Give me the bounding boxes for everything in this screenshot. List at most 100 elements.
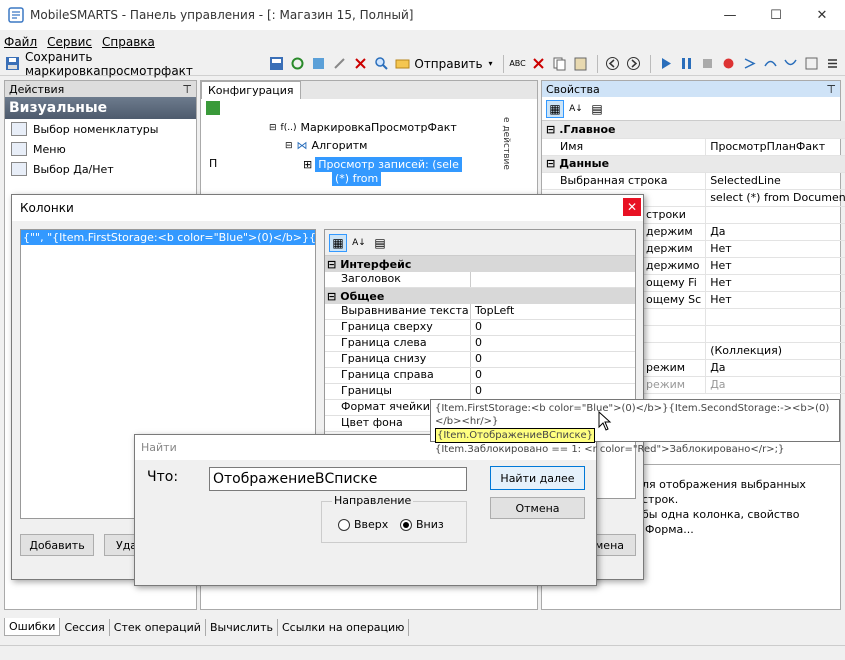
- property-pages-icon[interactable]: ▤: [371, 234, 389, 252]
- cell-format-tooltip: {Item.FirstStorage:<b color="Blue">(0)</…: [430, 399, 840, 455]
- find-input[interactable]: ОтображениеВСписке: [209, 467, 467, 491]
- tooltip-line: {Item.FirstStorage:<b color="Blue">(0)</…: [435, 403, 830, 427]
- property-row[interactable]: Заголовок: [325, 272, 635, 288]
- close-icon[interactable]: ✕: [623, 198, 641, 216]
- list-icon[interactable]: [824, 55, 842, 73]
- record-icon[interactable]: [719, 55, 737, 73]
- mouse-cursor-icon: [598, 410, 612, 431]
- maximize-button[interactable]: ☐: [753, 0, 799, 30]
- paste-icon[interactable]: [571, 55, 589, 73]
- dropdown-arrow-icon[interactable]: ▾: [487, 55, 495, 73]
- tab-errors[interactable]: Ошибки: [4, 618, 61, 636]
- menu-file[interactable]: Файл: [4, 35, 37, 49]
- spellcheck-icon[interactable]: ABC: [509, 55, 527, 73]
- pin-icon[interactable]: ⊤: [826, 83, 836, 96]
- tab-configuration[interactable]: Конфигурация: [201, 81, 301, 99]
- step-over-icon[interactable]: [761, 55, 779, 73]
- sort-az-icon[interactable]: A↓: [567, 100, 585, 118]
- actions-panel-header: Действия ⊤: [5, 81, 196, 97]
- cancel-icon[interactable]: [530, 55, 548, 73]
- title-bar: MobileSMARTS - Панель управления - [: Ма…: [0, 0, 845, 30]
- back-icon[interactable]: [603, 55, 621, 73]
- config-tab-strip: Конфигурация: [201, 81, 537, 99]
- category-general[interactable]: ⊟ Общее: [325, 288, 635, 304]
- find-cancel-button[interactable]: Отмена: [490, 497, 585, 519]
- play-icon[interactable]: [656, 55, 674, 73]
- category-data[interactable]: ⊟ Данные: [542, 155, 845, 173]
- tree-node-marking[interactable]: ⊟ f(..) МаркировкаПросмотрФакт: [269, 121, 457, 134]
- tooltip-line: {Item.Заблокировано == 1: <r color="Red"…: [435, 444, 785, 455]
- send-button-label[interactable]: Отправить: [414, 57, 482, 71]
- property-row[interactable]: Граница справа 0: [325, 368, 635, 384]
- add-item-icon[interactable]: [310, 55, 328, 73]
- action-item[interactable]: Меню: [5, 139, 196, 159]
- step-out-icon[interactable]: [782, 55, 800, 73]
- property-row[interactable]: Граница слева 0: [325, 336, 635, 352]
- close-button[interactable]: ✕: [799, 0, 845, 30]
- toolbar: Сохранить маркировкапросмотрфакт Отправи…: [0, 50, 845, 78]
- property-row[interactable]: Выравнивание текста TopLeft: [325, 304, 635, 320]
- stop-icon[interactable]: [698, 55, 716, 73]
- sort-az-icon[interactable]: A↓: [350, 234, 368, 252]
- columns-dialog-title: Колонки: [20, 201, 74, 215]
- toolbar-separator: [597, 54, 599, 73]
- direction-label: Направление: [332, 494, 414, 507]
- radio-up[interactable]: Вверх: [338, 518, 388, 531]
- window-title: MobileSMARTS - Панель управления - [: Ма…: [30, 8, 414, 22]
- pin-icon[interactable]: [331, 55, 349, 73]
- forward-icon[interactable]: [624, 55, 642, 73]
- find-next-button[interactable]: Найти далее: [490, 466, 585, 490]
- tree-node-algorithm[interactable]: ⊟ ⋈ Алгоритм: [285, 139, 367, 152]
- add-button[interactable]: Добавить: [20, 534, 94, 556]
- tab-call-stack[interactable]: Стек операций: [110, 618, 206, 636]
- item-select-icon: [11, 122, 27, 136]
- action-item[interactable]: Выбор Да/Нет: [5, 159, 196, 179]
- find-what-label: Что:: [147, 469, 179, 485]
- save-button-label[interactable]: Сохранить маркировкапросмотрфакт: [25, 50, 264, 78]
- send-icon[interactable]: [393, 55, 411, 73]
- vertical-label: е действие: [501, 117, 511, 170]
- pin-icon[interactable]: ⊤: [182, 83, 192, 96]
- tooltip-line-highlighted: {Item.ОтображениеВСписке}: [435, 428, 596, 443]
- radio-circle: [338, 518, 350, 531]
- category-main[interactable]: ⊟ .Главное: [542, 121, 845, 139]
- category-interface[interactable]: ⊟ Интерфейс: [325, 256, 635, 272]
- search-icon[interactable]: [372, 55, 390, 73]
- categorized-icon[interactable]: ▦: [329, 233, 347, 252]
- actions-panel-title: Действия: [9, 82, 65, 96]
- radio-down[interactable]: Вниз: [400, 518, 444, 531]
- property-row[interactable]: Граница сверху 0: [325, 320, 635, 336]
- property-row[interactable]: Границы 0: [325, 384, 635, 400]
- menu-help[interactable]: Справка: [102, 35, 155, 49]
- find-dialog: Найти Что: ОтображениеВСписке Направлени…: [134, 434, 597, 586]
- run-icon[interactable]: [206, 101, 220, 115]
- save-all-icon[interactable]: [268, 55, 286, 73]
- property-pages-icon[interactable]: ▤: [588, 100, 606, 118]
- property-row[interactable]: Имя ПросмотрПланФакт: [542, 138, 845, 156]
- property-row[interactable]: Выбранная строка SelectedLine: [542, 172, 845, 190]
- tree-letter: П: [209, 157, 218, 170]
- save-icon[interactable]: [4, 55, 22, 73]
- list-item[interactable]: {"", "{Item.FirstStorage:<b color="Blue"…: [21, 230, 315, 245]
- step-into-icon[interactable]: [740, 55, 758, 73]
- section-visual[interactable]: Визуальные: [5, 97, 196, 119]
- action-item[interactable]: Выбор номенклатуры: [5, 119, 196, 139]
- tab-session[interactable]: Сессия: [60, 618, 110, 636]
- properties-panel-title: Свойства: [546, 82, 600, 96]
- direction-group: Направление Вверх Вниз: [321, 494, 467, 543]
- properties-toolbar: ▦ A↓ ▤: [542, 97, 840, 121]
- tab-evaluate[interactable]: Вычислить: [206, 618, 278, 636]
- settings-icon[interactable]: [803, 55, 821, 73]
- refresh-icon[interactable]: [289, 55, 307, 73]
- delete-icon[interactable]: [352, 55, 370, 73]
- tab-operation-links[interactable]: Ссылки на операцию: [278, 618, 410, 636]
- property-row[interactable]: Граница снизу 0: [325, 352, 635, 368]
- menu-service[interactable]: Сервис: [47, 35, 92, 49]
- categorized-icon[interactable]: ▦: [546, 99, 564, 118]
- toolbar-separator: [502, 54, 504, 73]
- radio-circle-checked: [400, 518, 412, 531]
- minimize-button[interactable]: —: [707, 0, 753, 30]
- tree-node-view-records[interactable]: ⊞ Просмотр записей: (sele: [303, 157, 462, 172]
- copy-icon[interactable]: [550, 55, 568, 73]
- pause-icon[interactable]: [677, 55, 695, 73]
